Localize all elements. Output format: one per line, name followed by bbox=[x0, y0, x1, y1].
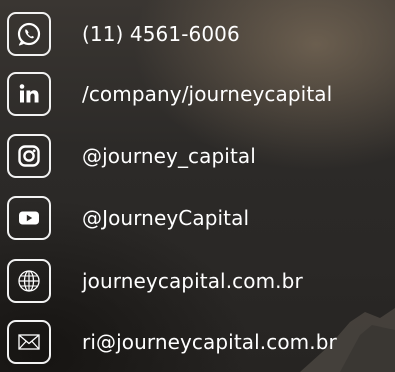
contact-label-instagram: @journey_capital bbox=[82, 144, 256, 168]
contact-label-linkedin: /company/journeycapital bbox=[82, 82, 333, 106]
contact-label-phone: (11) 4561-6006 bbox=[82, 22, 240, 46]
youtube-icon bbox=[7, 196, 51, 240]
contact-list: (11) 4561-6006 /company/journeycapital @… bbox=[0, 0, 395, 372]
linkedin-icon bbox=[7, 72, 51, 116]
contact-label-youtube: @JourneyCapital bbox=[82, 206, 250, 230]
instagram-icon bbox=[7, 134, 51, 178]
whatsapp-icon bbox=[7, 12, 51, 56]
contact-youtube[interactable]: @JourneyCapital bbox=[7, 194, 249, 242]
contact-label-website: journeycapital.com.br bbox=[82, 269, 303, 293]
contact-phone[interactable]: (11) 4561-6006 bbox=[7, 10, 240, 58]
globe-icon bbox=[7, 259, 51, 303]
contact-label-email: ri@journeycapital.com.br bbox=[82, 330, 337, 354]
contact-instagram[interactable]: @journey_capital bbox=[7, 132, 256, 180]
mail-icon bbox=[7, 320, 51, 364]
contact-website[interactable]: journeycapital.com.br bbox=[7, 257, 303, 305]
contact-linkedin[interactable]: /company/journeycapital bbox=[7, 70, 332, 118]
contact-email[interactable]: ri@journeycapital.com.br bbox=[7, 318, 337, 366]
